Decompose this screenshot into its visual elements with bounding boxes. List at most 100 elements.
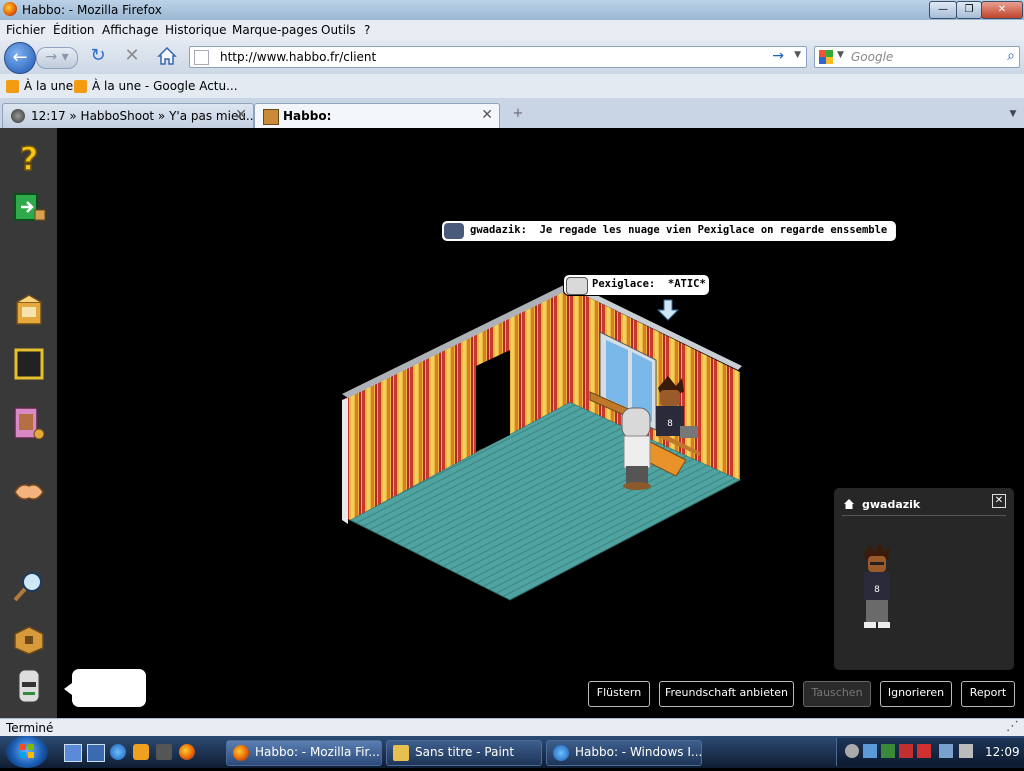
home-icon (844, 499, 854, 509)
search-box[interactable]: ▼ Google ⌕ (814, 46, 1020, 68)
add-friend-button[interactable]: Freundschaft anbieten (659, 681, 794, 707)
menu-bookmarks[interactable]: Marque-pages (232, 23, 318, 37)
tab-label: 12:17 » HabboShoot » Y'a pas mieu... (31, 109, 258, 123)
chat-message: Pexiglace: *ATIC* (592, 278, 706, 290)
tray-connection-icon[interactable] (939, 744, 953, 758)
menu-bar: Fichier Édition Affichage Historique Mar… (0, 20, 1024, 40)
rss-feed-icon (6, 80, 19, 93)
rooms-box-icon[interactable] (11, 620, 47, 656)
media-player-icon[interactable] (133, 744, 149, 760)
tray-avira-icon[interactable] (917, 744, 931, 758)
resize-grip-icon[interactable]: ⋰ (1006, 719, 1019, 734)
system-tray: 12:09 (836, 738, 1024, 766)
navigator-frame-icon[interactable] (11, 346, 47, 382)
internet-explorer-icon[interactable] (110, 744, 126, 760)
room-door[interactable] (476, 350, 510, 452)
engine-dropdown-icon[interactable]: ▼ (837, 50, 844, 60)
switch-windows-icon[interactable] (87, 744, 105, 762)
tray-msn-icon[interactable] (881, 744, 895, 758)
close-window-button[interactable]: ✕ (981, 1, 1023, 19)
address-bar[interactable]: http://www.habbo.fr/client → ▼ (189, 46, 807, 68)
menu-tools[interactable]: Outils (321, 23, 356, 37)
paint-icon (393, 745, 409, 761)
close-icon[interactable]: ✕ (992, 494, 1006, 508)
task-firefox-habbo[interactable]: Habbo: - Mozilla Fir... (226, 740, 382, 766)
bookmarks-toolbar: À la une À la une - Google Actu... (0, 74, 1024, 98)
habbo-favicon-icon (263, 109, 279, 125)
window-title-bar[interactable]: Habbo: - Mozilla Firefox — ❐ ✕ (0, 0, 1024, 20)
task-ie-habbo[interactable]: Habbo: - Windows I... (546, 740, 702, 766)
avatar-pexiglace[interactable] (621, 407, 651, 490)
exit-room-icon[interactable] (11, 190, 47, 226)
isometric-room[interactable]: 8 (330, 280, 750, 610)
page-favicon-icon (194, 50, 209, 65)
catalogue-shop-icon[interactable] (11, 292, 47, 328)
tray-antivirus-icon[interactable] (899, 744, 913, 758)
clock[interactable]: 12:09 (985, 745, 1020, 759)
firefox-icon (233, 745, 249, 761)
menu-history[interactable]: Historique (165, 23, 227, 37)
url-dropdown-icon[interactable]: ▼ (794, 50, 801, 60)
firefox-quicklaunch-icon[interactable] (179, 744, 195, 760)
menu-edit[interactable]: Édition (53, 23, 95, 37)
svg-text:8: 8 (874, 585, 880, 595)
svg-text:8: 8 (667, 419, 673, 429)
back-button[interactable]: ← (4, 42, 36, 74)
tray-network-icon[interactable] (863, 744, 877, 758)
chat-input[interactable] (72, 669, 146, 707)
close-tab-icon[interactable]: ✕ (235, 107, 247, 123)
bookmark-google-actu[interactable]: À la une - Google Actu... (92, 79, 238, 93)
maximize-button[interactable]: ❐ (956, 1, 982, 19)
url-text[interactable]: http://www.habbo.fr/client (220, 50, 376, 64)
search-magnifier-icon[interactable] (11, 568, 47, 604)
tab-list-dropdown-icon[interactable]: ▼ (1004, 104, 1022, 124)
task-paint[interactable]: Sans titre - Paint (386, 740, 542, 766)
chat-avatar-icon (444, 223, 464, 239)
menu-file[interactable]: Fichier (6, 23, 45, 37)
whisper-button[interactable]: Flüstern (588, 681, 650, 707)
stop-icon[interactable]: ✕ (122, 46, 142, 66)
new-tab-button[interactable]: + (508, 104, 528, 124)
reload-icon[interactable]: ↻ (88, 46, 108, 66)
chat-bubble-gwadazik[interactable]: gwadazik: Je regade les nuage vien Pexig… (441, 220, 906, 242)
tab-habbo[interactable]: Habbo: ✕ (254, 103, 500, 128)
minimize-button[interactable]: — (929, 1, 957, 19)
go-arrow-icon[interactable]: → (772, 48, 784, 64)
home-icon[interactable] (156, 45, 178, 67)
chat-input-pointer (64, 683, 72, 695)
window-pane-icon (606, 340, 628, 408)
rss-feed-icon (74, 80, 87, 93)
speech-pointer-arrow-icon (656, 299, 680, 321)
chat-avatar-icon (566, 277, 588, 295)
search-placeholder[interactable]: Google (851, 50, 893, 64)
friends-handshake-icon[interactable] (11, 472, 47, 508)
ignore-button[interactable]: Ignorieren (880, 681, 952, 707)
wall-edge (342, 398, 348, 524)
forward-button[interactable]: → ▾ (36, 47, 78, 69)
tab-habboshoot[interactable]: 12:17 » HabboShoot » Y'a pas mieu... ✕ (2, 103, 258, 128)
report-button[interactable]: Report (961, 681, 1015, 707)
chat-message: gwadazik: Je regade les nuage vien Pexig… (470, 224, 907, 236)
task-label: Habbo: - Windows I... (575, 745, 702, 759)
start-button[interactable] (6, 736, 48, 768)
show-desktop-icon[interactable] (64, 744, 82, 762)
tray-volume-icon[interactable] (959, 744, 973, 758)
my-avatar-icon[interactable] (11, 668, 47, 704)
window-title: Habbo: - Mozilla Firefox (22, 3, 162, 17)
help-question-icon[interactable]: ? (11, 140, 47, 176)
bookmark-a-la-une[interactable]: À la une (24, 79, 73, 93)
internet-explorer-icon (553, 745, 569, 761)
user-info-panel: gwadazik ✕ 8 (834, 488, 1014, 670)
tray-app-icon[interactable] (845, 744, 859, 758)
status-text: Terminé (6, 721, 54, 735)
trade-button[interactable]: Tauschen (803, 681, 871, 707)
google-icon[interactable] (819, 50, 833, 64)
close-tab-icon[interactable]: ✕ (481, 107, 493, 123)
chat-bubble-pexiglace[interactable]: Pexiglace: *ATIC* (563, 274, 710, 296)
menu-view[interactable]: Affichage (102, 23, 158, 37)
search-magnifier-icon[interactable]: ⌕ (1007, 48, 1015, 64)
menu-help[interactable]: ? (364, 23, 370, 37)
movie-maker-icon[interactable] (156, 744, 172, 760)
svg-text:?: ? (20, 140, 39, 176)
inventory-hand-icon[interactable] (11, 406, 47, 442)
